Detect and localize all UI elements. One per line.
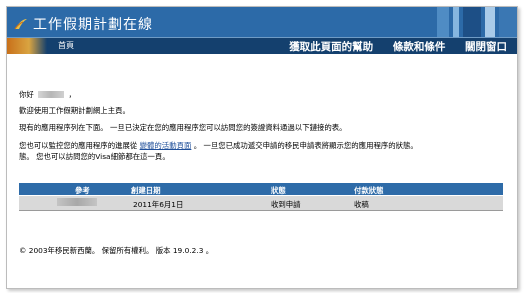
banner-decoration — [437, 7, 517, 37]
header-banner: 工作假期計劃在線 — [7, 7, 517, 37]
table-header: 參考 創建日期 狀態 付款狀態 — [19, 183, 503, 195]
table-row[interactable]: 2011年6月1日 收到申請 收稿 — [19, 196, 503, 211]
progress-paragraph: 您也可以監控您的應用程序的進展從 變體的活動頁面 。 一旦您已成功遞交申請的移民… — [19, 141, 418, 150]
created-date: 2011年6月1日 — [133, 200, 184, 209]
help-link[interactable]: 獲取此頁面的幫助 — [289, 41, 373, 53]
nav-accent — [7, 38, 47, 54]
column-header-reference: 參考 — [75, 186, 90, 195]
fern-logo-icon — [14, 19, 27, 30]
redacted-reference[interactable] — [57, 198, 97, 208]
close-window-link[interactable]: 關閉窗口 — [465, 41, 507, 53]
greeting: 你好 ， — [19, 90, 76, 99]
nav-bar: 首頁 獲取此頁面的幫助 條款和條件 關閉窗口 — [7, 37, 517, 54]
welcome-text: 歡迎使用工作假期計劃網上主頁。 — [19, 106, 130, 115]
application-status: 收到申請 — [271, 200, 301, 209]
terms-link[interactable]: 條款和條件 — [393, 41, 446, 53]
activity-page-link[interactable]: 變體的活動頁面 — [140, 141, 192, 150]
payment-status: 收稿 — [354, 200, 369, 209]
column-header-payment: 付款狀態 — [354, 186, 384, 195]
column-header-status: 狀態 — [271, 186, 286, 195]
home-link[interactable]: 首頁 — [58, 40, 74, 51]
visa-details-text: 態。 您也可以訪問您的Visa細節都在這一頁。 — [19, 152, 170, 161]
copyright-footer: © 2003年移民新西蘭。 保留所有權利。 版本 19.0.2.3 。 — [19, 246, 214, 255]
redacted-username — [38, 91, 65, 98]
column-header-created: 創建日期 — [131, 186, 161, 195]
nav-links: 獲取此頁面的幫助 條款和條件 關閉窗口 — [273, 39, 507, 54]
browser-frame: 工作假期計劃在線 首頁 獲取此頁面的幫助 條款和條件 關閉窗口 你好 ， 歡迎使… — [6, 6, 518, 289]
app-title: 工作假期計劃在線 — [33, 17, 153, 33]
intro-paragraph: 現有的應用程序列在下面。 一旦已決定在您的應用程序您可以訪問您的簽證資料通過以下… — [19, 123, 347, 132]
